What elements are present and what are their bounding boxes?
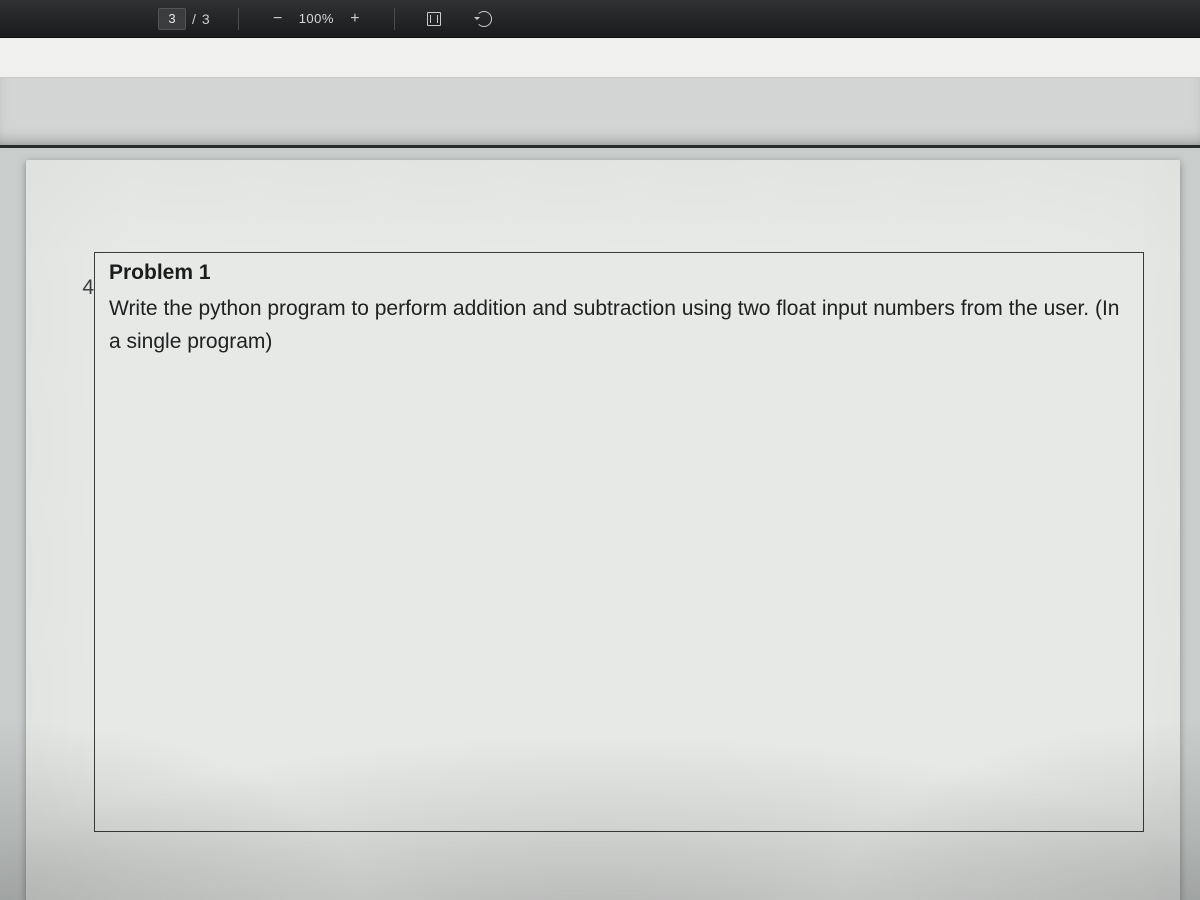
zoom-out-button[interactable]: − [267, 8, 289, 30]
page-indicator: 3 / 3 [158, 8, 210, 30]
problem-title: Problem 1 [109, 261, 1129, 285]
zoom-level: 100% [299, 11, 334, 26]
fit-to-page-button[interactable] [423, 8, 445, 30]
toolbar-divider [238, 8, 239, 30]
rotate-button[interactable] [473, 8, 495, 30]
page-left-margin: 4 [26, 160, 94, 900]
row-number: 4 [82, 276, 94, 300]
fit-to-page-icon [427, 12, 441, 26]
document-viewport[interactable]: 4 Problem 1 Write the python program to … [0, 148, 1200, 900]
browser-chrome-strip [0, 38, 1200, 78]
page-body: Problem 1 Write the python program to pe… [94, 160, 1180, 900]
document-page: 4 Problem 1 Write the python program to … [26, 160, 1180, 900]
page-total: 3 [202, 11, 210, 27]
rotate-icon [476, 11, 492, 27]
problem-box: Problem 1 Write the python program to pe… [94, 252, 1144, 832]
zoom-in-button[interactable]: + [344, 8, 366, 30]
toolbar-divider [394, 8, 395, 30]
page-current-input[interactable]: 3 [158, 8, 186, 30]
thumbnail-band [0, 78, 1200, 148]
page-separator: / [192, 11, 196, 27]
zoom-controls: − 100% + [267, 8, 366, 30]
pdf-toolbar: 3 / 3 − 100% + [0, 0, 1200, 38]
problem-text: Write the python program to perform addi… [109, 293, 1129, 358]
